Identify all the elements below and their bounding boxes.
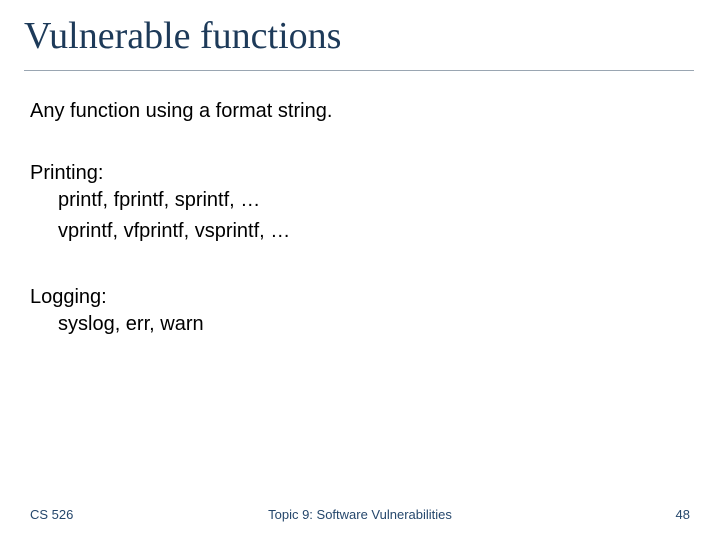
printing-heading: Printing: [30, 161, 720, 185]
slide: Vulnerable functions Any function using … [0, 0, 720, 540]
footer-topic: Topic 9: Software Vulnerabilities [0, 507, 720, 522]
slide-body: Any function using a format string. Prin… [0, 71, 720, 340]
logging-heading: Logging: [30, 285, 720, 309]
printing-section: Printing: printf, fprintf, sprintf, … vp… [30, 161, 720, 247]
printing-line-1: printf, fprintf, sprintf, … [30, 185, 720, 216]
slide-title: Vulnerable functions [0, 0, 720, 58]
footer-page-number: 48 [676, 507, 690, 522]
printing-line-2: vprintf, vfprintf, vsprintf, … [30, 216, 720, 247]
intro-text: Any function using a format string. [30, 99, 720, 123]
logging-section: Logging: syslog, err, warn [30, 285, 720, 340]
logging-line-1: syslog, err, warn [30, 309, 720, 340]
intro-paragraph: Any function using a format string. [30, 99, 720, 123]
